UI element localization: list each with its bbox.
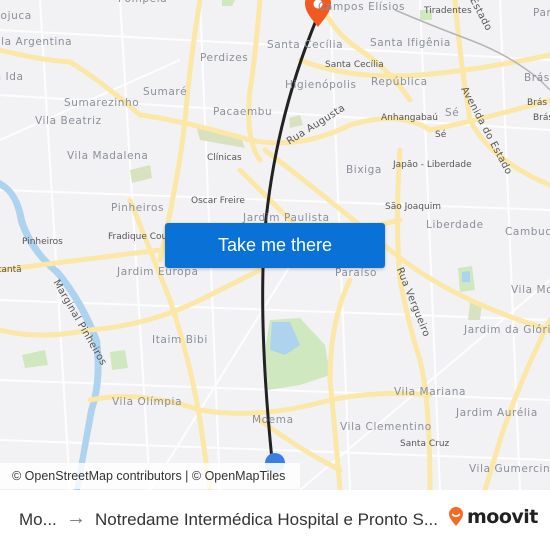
map-label: República	[371, 76, 428, 88]
map-label: Itaim Bibi	[152, 334, 208, 346]
station-label: Tiradentes	[424, 6, 472, 16]
map-label: Vila Argentina	[0, 36, 73, 48]
map-attribution[interactable]: © OpenStreetMap contributors | © OpenMap…	[0, 463, 300, 489]
map-label: Vila Clementino	[340, 421, 432, 433]
map-label: Pinheiros	[111, 202, 165, 214]
take-me-there-button[interactable]: Take me there	[165, 223, 385, 268]
station-label: Brás	[527, 98, 548, 108]
map-label: Vila Olímpia	[112, 396, 183, 408]
map-label: Cambuci	[505, 226, 550, 238]
map[interactable]: Pompeia Pojuca Vila Argentina Vila Ida P…	[0, 0, 550, 490]
map-label: Liberdade	[426, 219, 484, 231]
map-label: Bixiga	[346, 164, 382, 176]
map-label: Vila Mo	[511, 284, 550, 296]
map-label: Perdizes	[200, 52, 249, 64]
map-label: Santa Cecília	[267, 39, 344, 51]
station-label: Japão - Liberdade	[393, 160, 472, 170]
station-label: Oscar Freire	[191, 196, 245, 206]
station-label: Sé	[435, 130, 447, 140]
map-label: Par	[533, 7, 550, 19]
map-label: Vila Madalena	[67, 150, 149, 162]
map-label: Brás	[524, 72, 550, 84]
map-label: Higienópolis	[285, 79, 357, 91]
map-label: Sumarezinho	[64, 97, 140, 109]
map-label: Vila Mariana	[394, 386, 467, 398]
map-label: Pacaembu	[213, 106, 273, 118]
arrow-right-icon: →	[66, 507, 86, 529]
destination-label: Notredame Intermédica Hospital e Pronto …	[95, 510, 438, 529]
station-label: São Joaquim	[385, 202, 441, 212]
route-footer: Mo... → Notredame Intermédica Hospital e…	[0, 490, 550, 550]
origin-label: Mo...	[19, 510, 57, 529]
moovit-pin-icon	[449, 507, 463, 526]
brand-text: moovit	[467, 506, 538, 528]
map-label: Jardim Aurélia	[456, 407, 538, 419]
map-label: Jardim da Glória	[464, 324, 550, 336]
station-label: Santa Cecília	[325, 60, 384, 70]
station-label: Butantã	[0, 265, 22, 275]
map-label: Vila Beatriz	[35, 115, 102, 127]
map-label: Santa Ifigênia	[370, 37, 451, 49]
map-label: Pompeia	[118, 0, 167, 5]
map-label: Campos Elísios	[318, 1, 406, 13]
station-label: Santa Cruz	[400, 439, 450, 449]
map-label: Moema	[252, 414, 294, 426]
map-label: Vila Ida	[0, 71, 24, 83]
station-label: Brás	[533, 113, 550, 123]
map-label: Vila Gumercind	[469, 463, 550, 475]
station-label: Clínicas	[207, 153, 242, 163]
map-label: Pojuca	[0, 10, 32, 22]
map-label: Sumaré	[143, 86, 188, 98]
station-label: Pinheiros	[22, 237, 63, 247]
station-label: Anhangabaú	[381, 113, 438, 123]
map-label: Sé	[445, 107, 460, 119]
moovit-logo[interactable]: moovit	[448, 506, 538, 528]
map-label: Paraíso	[335, 267, 378, 279]
